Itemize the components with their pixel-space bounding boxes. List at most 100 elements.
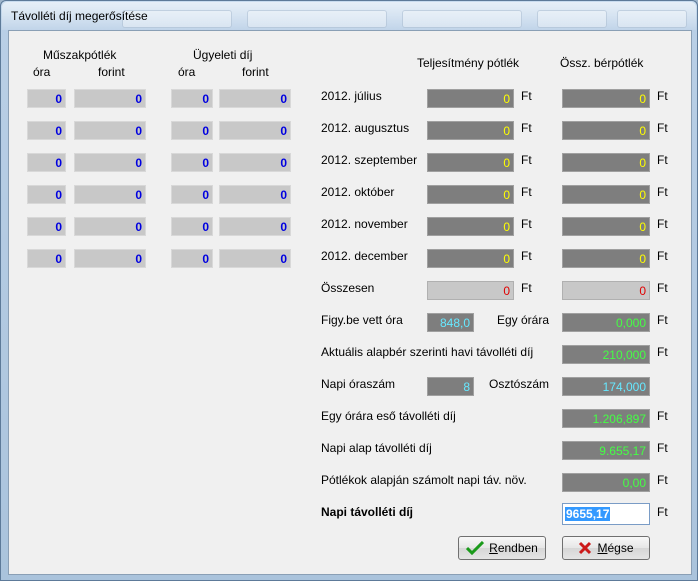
ugyelet-ora-field[interactable]: 0: [171, 185, 213, 204]
ossz-berpotlek-field[interactable]: 0: [562, 89, 650, 108]
currency-label: Ft: [521, 217, 532, 231]
col-header-ora: óra: [33, 65, 51, 79]
ugyelet-forint-field[interactable]: 0: [219, 185, 291, 204]
cancel-button-label: Mégse: [597, 541, 634, 555]
ossz-berpotlek-field[interactable]: 0: [562, 249, 650, 268]
background-tab: [247, 10, 387, 28]
col-header-teljesitmeny: Teljesítmény pótlék: [417, 56, 520, 70]
currency-label: Ft: [657, 345, 668, 359]
muszak-forint-field[interactable]: 0: [74, 153, 146, 172]
ossz-berpotlek-field[interactable]: 0: [562, 153, 650, 172]
osztoszam-field[interactable]: 174,000: [562, 377, 650, 396]
alapber-label: Aktuális alapbér szerinti havi távolléti…: [321, 345, 534, 359]
egy-orara-eso-field: 1.206,897: [562, 409, 650, 428]
ugyelet-ora-field[interactable]: 0: [171, 217, 213, 236]
cancel-button[interactable]: Mégse: [562, 536, 650, 560]
currency-label: Ft: [521, 185, 532, 199]
currency-label: Ft: [657, 281, 668, 295]
col-header-ora: óra: [178, 65, 196, 79]
teljesitmeny-field[interactable]: 0: [427, 185, 514, 204]
currency-label: Ft: [521, 121, 532, 135]
ugyelet-ora-field[interactable]: 0: [171, 249, 213, 268]
currency-label: Ft: [521, 89, 532, 103]
muszak-forint-field[interactable]: 0: [74, 89, 146, 108]
total-label: Összesen: [321, 281, 375, 295]
currency-label: Ft: [521, 281, 532, 295]
title-bar: Távolléti díj megerősítése: [2, 2, 696, 30]
currency-label: Ft: [657, 505, 668, 519]
napi-oraszam-label: Napi óraszám: [321, 377, 396, 391]
background-tab: [537, 10, 607, 28]
muszak-ora-field[interactable]: 0: [27, 89, 66, 108]
teljesitmeny-field[interactable]: 0: [427, 121, 514, 140]
muszak-ora-field[interactable]: 0: [27, 249, 66, 268]
checkmark-icon: [466, 541, 485, 555]
egy-orara-eso-label: Egy órára eső távolléti díj: [321, 409, 456, 423]
total-teljesitmeny-field: 0: [427, 281, 514, 300]
currency-label: Ft: [521, 249, 532, 263]
ugyelet-forint-field[interactable]: 0: [219, 153, 291, 172]
currency-label: Ft: [521, 153, 532, 167]
month-label: 2012. augusztus: [321, 121, 410, 135]
currency-label: Ft: [657, 89, 668, 103]
napi-alap-field: 9.655,17: [562, 441, 650, 460]
ugyelet-forint-field[interactable]: 0: [219, 89, 291, 108]
ossz-berpotlek-field[interactable]: 0: [562, 217, 650, 236]
month-label: 2012. november: [321, 217, 408, 231]
ugyelet-ora-field[interactable]: 0: [171, 89, 213, 108]
muszak-ora-field[interactable]: 0: [27, 185, 66, 204]
figyelembe-vett-ora-field[interactable]: 848,0: [427, 313, 474, 332]
muszak-ora-field[interactable]: 0: [27, 121, 66, 140]
teljesitmeny-field[interactable]: 0: [427, 153, 514, 172]
napi-tavolleti-dij-input[interactable]: 9655,17: [562, 503, 650, 525]
potlekok-label: Pótlékok alapján számolt napi táv. növ.: [321, 473, 527, 487]
potlekok-field: 0,00: [562, 473, 650, 492]
background-tab: [402, 10, 522, 28]
teljesitmeny-field[interactable]: 0: [427, 217, 514, 236]
currency-label: Ft: [657, 121, 668, 135]
muszak-forint-field[interactable]: 0: [74, 121, 146, 140]
ok-button[interactable]: Rendben: [458, 536, 546, 560]
teljesitmeny-field[interactable]: 0: [427, 249, 514, 268]
total-ossz-field: 0: [562, 281, 650, 300]
alapber-field: 210,000: [562, 345, 650, 364]
group-title-muszakpotlek: Műszakpótlék: [43, 48, 117, 62]
month-label: 2012. október: [321, 185, 395, 199]
currency-label: Ft: [657, 153, 668, 167]
close-icon: [579, 541, 592, 555]
ugyelet-ora-field[interactable]: 0: [171, 153, 213, 172]
window-title: Távolléti díj megerősítése: [11, 9, 148, 23]
ok-button-label: Rendben: [489, 541, 538, 555]
month-label: 2012. július: [321, 89, 382, 103]
ossz-berpotlek-field[interactable]: 0: [562, 121, 650, 140]
group-title-ugyeleti-dij: Ügyeleti díj: [193, 48, 253, 62]
month-label: 2012. szeptember: [321, 153, 418, 167]
napi-alap-label: Napi alap távolléti díj: [321, 441, 432, 455]
currency-label: Ft: [657, 185, 668, 199]
ugyelet-forint-field[interactable]: 0: [219, 121, 291, 140]
osztoszam-label: Osztószám: [489, 377, 550, 391]
figyelembe-vett-ora-label: Figy.be vett óra: [321, 313, 403, 327]
napi-tavolleti-dij-label: Napi távolléti díj: [321, 505, 414, 519]
background-tab: [617, 10, 687, 28]
col-header-ossz-berpotlek: Össz. bérpótlék: [560, 56, 644, 70]
dialog-body: Műszakpótlék óra forint Ügyeleti díj óra…: [8, 30, 692, 575]
muszak-ora-field[interactable]: 0: [27, 217, 66, 236]
dialog-window: Távolléti díj megerősítése Műszakpótlék …: [0, 0, 698, 581]
currency-label: Ft: [657, 313, 668, 327]
ugyelet-forint-field[interactable]: 0: [219, 217, 291, 236]
muszak-forint-field[interactable]: 0: [74, 217, 146, 236]
napi-oraszam-field[interactable]: 8: [427, 377, 474, 396]
teljesitmeny-field[interactable]: 0: [427, 89, 514, 108]
muszak-ora-field[interactable]: 0: [27, 153, 66, 172]
currency-label: Ft: [657, 409, 668, 423]
egy-orara-field: 0,000: [562, 313, 650, 332]
currency-label: Ft: [657, 473, 668, 487]
muszak-forint-field[interactable]: 0: [74, 185, 146, 204]
ossz-berpotlek-field[interactable]: 0: [562, 185, 650, 204]
ugyelet-forint-field[interactable]: 0: [219, 249, 291, 268]
currency-label: Ft: [657, 249, 668, 263]
muszak-forint-field[interactable]: 0: [74, 249, 146, 268]
col-header-forint: forint: [98, 65, 125, 79]
ugyelet-ora-field[interactable]: 0: [171, 121, 213, 140]
